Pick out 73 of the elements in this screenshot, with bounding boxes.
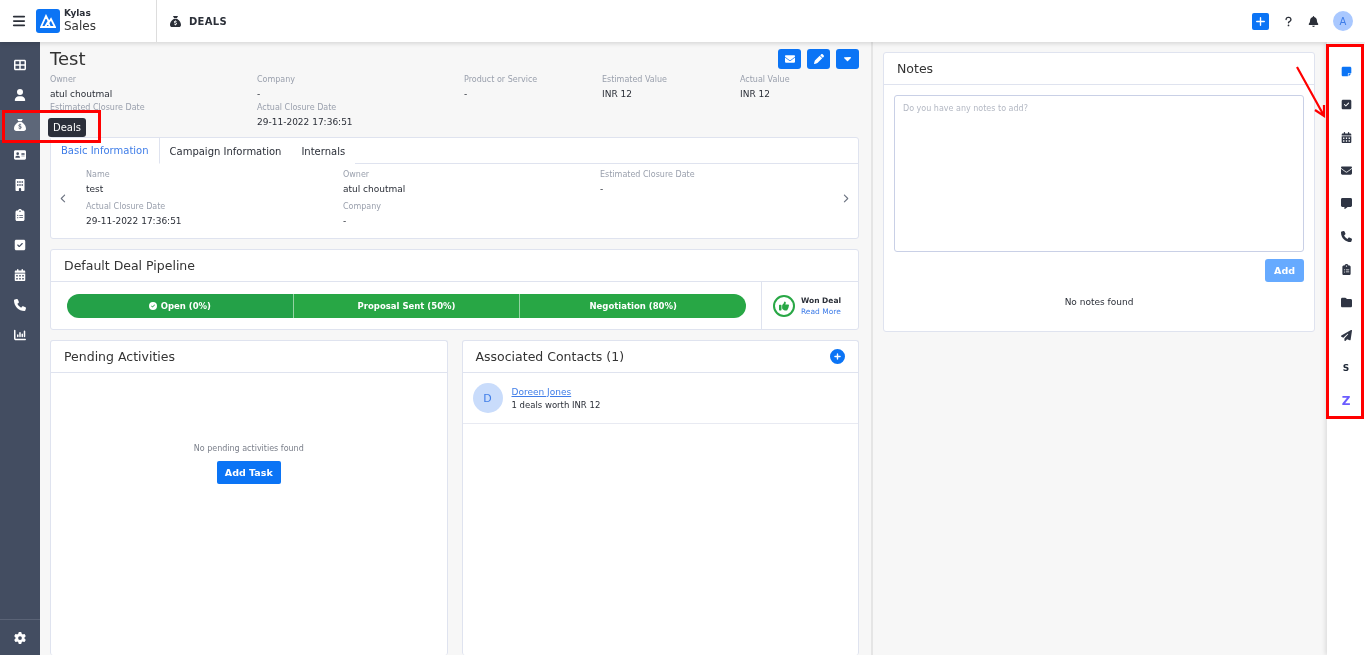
field-value: test [86, 184, 105, 194]
card-title: Notes [897, 61, 934, 76]
field-label: Actual Value [740, 75, 791, 84]
add-button[interactable] [1252, 12, 1269, 30]
menu-icon[interactable] [12, 14, 26, 28]
add-task-button[interactable]: Add Task [216, 461, 281, 484]
module-title: DEALS [189, 15, 227, 27]
dropdown-button[interactable] [836, 48, 859, 69]
add-contact-icon[interactable] [830, 349, 845, 364]
field-value: INR 12 [740, 89, 771, 99]
field-label: Actual Closure Date [86, 202, 167, 211]
empty-message: No notes found [1064, 297, 1134, 307]
app-logo[interactable]: S [1337, 359, 1355, 377]
card-title: Pending Activities [64, 349, 175, 364]
money-bag-icon [170, 15, 181, 27]
card-title: Associated Contacts (1) [475, 349, 625, 364]
empty-message: No pending activities found [193, 444, 304, 453]
help-icon[interactable] [1283, 15, 1294, 27]
field-value: atul choutmal [50, 89, 114, 99]
envelope-icon [784, 53, 795, 64]
money-bag-icon [14, 119, 26, 131]
field-label: Estimated Closure Date [50, 103, 146, 112]
field-label: Company [257, 75, 297, 84]
contact-avatar: D [472, 383, 503, 413]
field-label: Owner [343, 170, 371, 179]
logo-icon [36, 9, 60, 33]
app-logo[interactable]: Z [1337, 392, 1355, 410]
user-icon [14, 89, 26, 101]
pipeline-stage[interactable]: Open (0%) [67, 293, 293, 318]
clipboard-icon [14, 209, 26, 221]
field-label: Estimated Closure Date [600, 170, 696, 179]
field-label: Product or Service [464, 75, 539, 84]
building-icon [14, 179, 26, 191]
contact-card-icon [14, 149, 26, 161]
checkbox-icon [14, 239, 26, 251]
calendar-icon [14, 269, 26, 281]
tooltip: Deals [48, 118, 86, 137]
field-label: Owner [50, 75, 78, 84]
field-label: Name [86, 170, 111, 179]
contact-name-link[interactable]: Doreen Jones [511, 386, 601, 397]
deal-title: Test [50, 48, 86, 69]
bell-icon[interactable] [1308, 15, 1319, 27]
pipeline-stage[interactable]: Proposal Sent (50%) [292, 293, 520, 318]
field-value: 29-11-2022 17:36:51 [86, 216, 183, 226]
brand-product: Sales [64, 19, 97, 34]
contact-summary: 1 deals worth INR 12 [511, 399, 601, 410]
pencil-icon [813, 53, 824, 64]
field-label: Actual Closure Date [257, 103, 338, 112]
brand-name: Kylas [64, 8, 92, 19]
notes-field[interactable]: Do you have any notes to add? [894, 95, 1304, 252]
dashboard-icon [14, 59, 26, 71]
edit-button[interactable] [807, 48, 830, 69]
plus-icon [1255, 15, 1266, 27]
phone-icon [14, 299, 26, 311]
field-value: - [257, 89, 262, 99]
add-note-button[interactable]: Add [1265, 259, 1304, 282]
field-value: - [343, 216, 348, 226]
pipeline-stage[interactable]: Negotiation (80%) [519, 293, 746, 318]
card-title: Default Deal Pipeline [64, 258, 195, 273]
bar-chart-icon [14, 329, 26, 341]
field-value: INR 12 [602, 89, 633, 99]
user-avatar[interactable]: A [1333, 11, 1353, 31]
field-value: - [600, 184, 605, 194]
field-value: atul choutmal [343, 184, 407, 194]
field-value: 29-11-2022 17:36:51 [257, 117, 354, 127]
thumbs-up-icon [773, 294, 795, 317]
email-button[interactable] [778, 48, 801, 69]
field-label: Company [343, 202, 383, 211]
field-label: Estimated Value [602, 75, 668, 84]
settings-icon [14, 631, 26, 644]
annotation-arrow [1294, 64, 1328, 120]
tab[interactable]: Basic Information [51, 138, 160, 164]
field-value: - [464, 89, 469, 99]
